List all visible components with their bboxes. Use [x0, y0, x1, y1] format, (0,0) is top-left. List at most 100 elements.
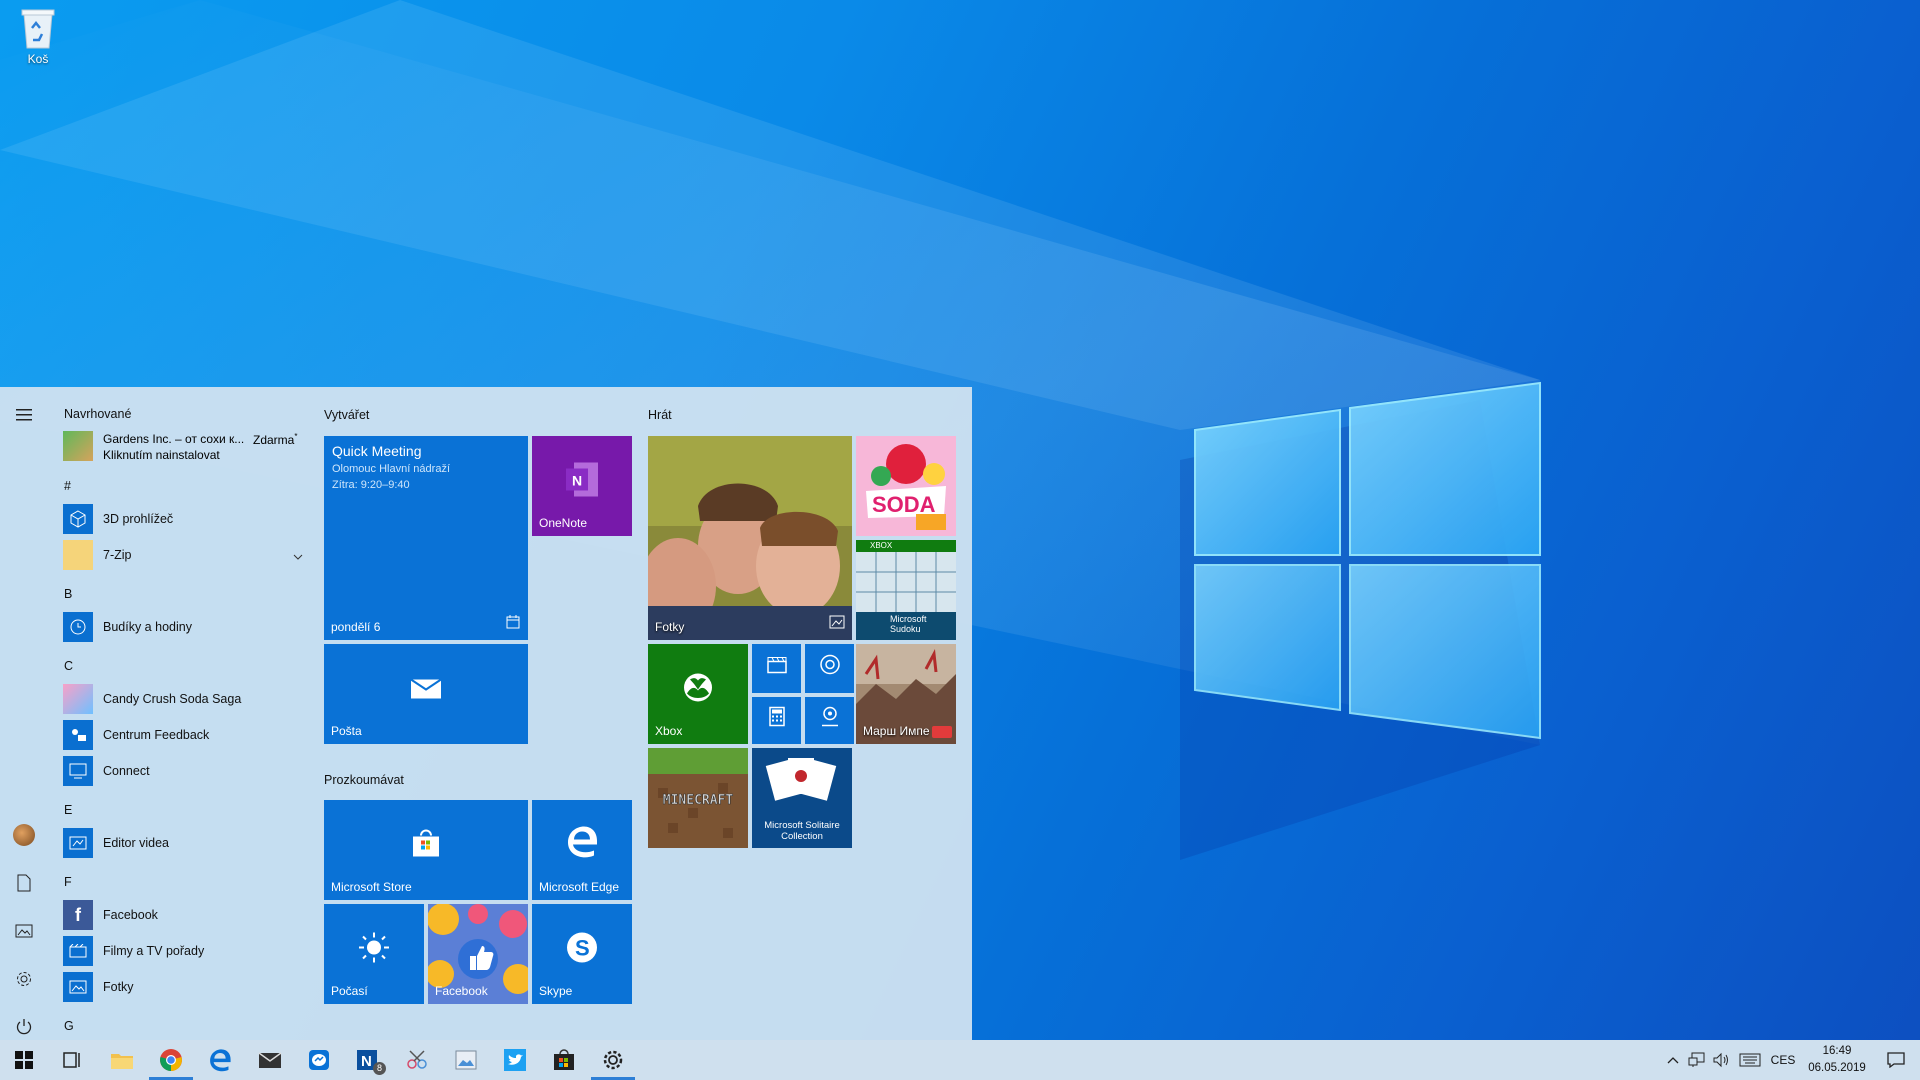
taskbar-settings[interactable] [589, 1040, 637, 1080]
tile-groove-small[interactable] [805, 644, 854, 693]
app-7zip[interactable]: 7-Zip [63, 539, 303, 571]
show-hidden-icons-button[interactable] [1662, 1040, 1684, 1080]
chevron-down-icon[interactable] [293, 547, 303, 565]
photos-icon [63, 972, 93, 1002]
section-letter[interactable]: B [64, 587, 72, 601]
app-movies-tv[interactable]: Filmy a TV pořady [63, 935, 303, 967]
section-letter[interactable]: C [64, 659, 73, 673]
sudoku-label: Microsoft Sudoku [890, 614, 927, 634]
tile-calendar[interactable]: Quick Meeting Olomouc Hlavní nádraží Zít… [324, 436, 528, 640]
taskbar-twitter[interactable] [491, 1040, 539, 1080]
section-letter[interactable]: G [64, 1019, 74, 1033]
calendar-event-time: Zítra: 9:20–9:40 [332, 479, 410, 491]
taskbar-edge[interactable] [196, 1040, 244, 1080]
taskbar-snip[interactable] [393, 1040, 441, 1080]
section-letter[interactable]: E [64, 803, 72, 817]
tile-skype[interactable]: S Skype [532, 904, 632, 1004]
taskbar-file-explorer[interactable] [98, 1040, 146, 1080]
keyboard-icon[interactable] [1736, 1040, 1764, 1080]
tile-movies-small[interactable] [752, 644, 801, 693]
taskbar-onenote[interactable]: N 8 [344, 1040, 392, 1080]
user-avatar[interactable] [12, 823, 36, 847]
group-play-header[interactable]: Hrát [648, 408, 672, 422]
suggested-app[interactable]: Gardens Inc. – от сохи к... Kliknutím na… [63, 431, 308, 463]
tile-microsoft-sudoku[interactable]: XBOX Microsoft Sudoku [856, 540, 956, 640]
tile-photos[interactable]: Fotky [648, 436, 852, 640]
section-letter[interactable]: # [64, 479, 71, 493]
task-view-button[interactable] [48, 1040, 96, 1080]
tile-xbox[interactable]: Xbox [648, 644, 748, 744]
solitaire-label: Microsoft Solitaire Collection [764, 820, 840, 842]
recycle-bin-label: Koš [27, 52, 49, 66]
taskbar-mail[interactable] [246, 1040, 294, 1080]
group-create-header[interactable]: Vytvářet [324, 408, 369, 422]
video-editor-icon [63, 828, 93, 858]
pictures-icon[interactable] [12, 919, 36, 943]
clock-time: 16:49 [1822, 1045, 1852, 1057]
app-video-editor[interactable]: Editor videa [63, 827, 303, 859]
app-photos[interactable]: Fotky [63, 971, 303, 1003]
film-icon [63, 936, 93, 966]
app-feedback-hub[interactable]: Centrum Feedback [63, 719, 303, 751]
documents-icon[interactable] [12, 871, 36, 895]
settings-gear-icon[interactable] [12, 967, 36, 991]
file-explorer-icon [111, 1054, 133, 1069]
tile-calculator-small[interactable] [752, 697, 801, 744]
calendar-event-title: Quick Meeting [332, 443, 422, 459]
game-badge-icon [932, 726, 952, 738]
taskbar-messenger[interactable] [295, 1040, 343, 1080]
settings-taskbar-icon [603, 1050, 623, 1070]
taskbar-store[interactable] [540, 1040, 588, 1080]
start-menu: Navrhované Gardens Inc. – от сохи к... K… [0, 387, 972, 1040]
app-connect[interactable]: Connect [63, 755, 303, 787]
hamburger-menu-icon[interactable] [12, 403, 36, 427]
folder-icon [63, 540, 93, 570]
taskbar-clock[interactable]: 16:49 06.05.2019 [1802, 1043, 1872, 1077]
tile-facebook[interactable]: Facebook [428, 904, 528, 1004]
tile-microsoft-store[interactable]: Microsoft Store [324, 800, 528, 900]
suggested-app-action: Kliknutím nainstalovat [103, 448, 220, 462]
input-language[interactable]: CES [1768, 1040, 1798, 1080]
app-3d-viewer[interactable]: 3D prohlížeč [63, 503, 303, 535]
tile-march-of-empires[interactable]: Марш Импе [856, 644, 956, 744]
photo-viewer-icon [455, 1050, 477, 1070]
tile-mail[interactable]: Pošta [324, 644, 528, 744]
suggested-header: Navrhované [64, 407, 132, 421]
clock-date: 06.05.2019 [1808, 1062, 1866, 1074]
network-icon[interactable] [1686, 1040, 1708, 1080]
tile-minecraft[interactable]: MINECRAFT [648, 748, 748, 848]
clapperboard-icon [766, 655, 787, 678]
task-view-icon [63, 1052, 80, 1068]
skype-icon: S [565, 931, 599, 970]
section-letter[interactable]: F [64, 875, 72, 889]
app-list: Navrhované Gardens Inc. – от сохи к... K… [60, 387, 310, 1040]
tile-microsoft-edge[interactable]: Microsoft Edge [532, 800, 632, 900]
app-alarms-clock[interactable]: Budíky a hodiny [63, 611, 303, 643]
start-button[interactable] [0, 1040, 48, 1080]
tile-maps-small[interactable] [805, 697, 854, 744]
calendar-icon [506, 615, 520, 634]
svg-text:MINECRAFT: MINECRAFT [663, 793, 734, 808]
taskbar-photos[interactable] [442, 1040, 490, 1080]
messenger-icon [309, 1050, 329, 1070]
cube-icon [63, 504, 93, 534]
tile-onenote[interactable]: N OneNote [532, 436, 632, 536]
app-facebook[interactable]: f Facebook [63, 899, 303, 931]
app-candy-crush[interactable]: Candy Crush Soda Saga [63, 683, 303, 715]
onenote-badge: 8 [373, 1062, 386, 1075]
volume-icon[interactable] [1710, 1040, 1732, 1080]
taskbar-chrome[interactable] [147, 1040, 195, 1080]
twitter-icon [504, 1049, 526, 1071]
power-icon[interactable] [12, 1015, 36, 1039]
calculator-icon [768, 706, 785, 731]
tile-weather[interactable]: Počasí [324, 904, 424, 1004]
candy-crush-icon [63, 684, 93, 714]
group-explore-header[interactable]: Prozkoumávat [324, 773, 404, 787]
svg-text:N: N [572, 473, 582, 489]
recycle-bin[interactable]: Koš [10, 6, 66, 66]
tile-solitaire[interactable]: Microsoft Solitaire Collection [752, 748, 852, 848]
connect-icon [63, 756, 93, 786]
store-bag-icon [411, 829, 441, 863]
action-center-button[interactable] [1872, 1040, 1920, 1080]
tile-candy-crush[interactable]: SODA [856, 436, 956, 536]
